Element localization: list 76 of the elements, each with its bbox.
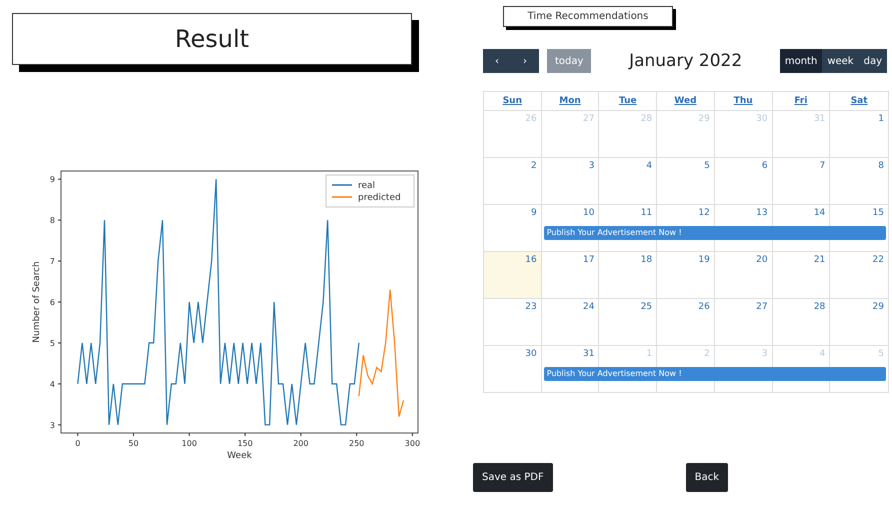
y-tick: 4: [50, 380, 62, 389]
y-tick: 6: [50, 298, 62, 307]
day-cell[interactable]: 2: [484, 158, 542, 204]
weekday-header[interactable]: Fri: [772, 92, 830, 111]
weekday-header[interactable]: Sun: [484, 92, 542, 111]
day-cell[interactable]: 3: [542, 158, 600, 204]
day-cell[interactable]: 19: [657, 252, 715, 298]
x-tick: 150: [237, 432, 253, 448]
event-bar[interactable]: Publish Your Advertisement Now !: [544, 226, 886, 240]
next-button[interactable]: ›: [511, 49, 539, 73]
x-tick-label: 100: [182, 439, 197, 448]
y-tick: 9: [50, 175, 62, 184]
day-cell[interactable]: 28: [772, 299, 830, 345]
weekday-header[interactable]: Thu: [714, 92, 773, 111]
view-tab[interactable]: week: [822, 49, 859, 73]
day-cell[interactable]: 1: [830, 111, 888, 157]
legend-label: real: [358, 181, 376, 191]
view-tab[interactable]: day: [858, 49, 887, 73]
y-tick-label: 4: [50, 380, 55, 389]
day-cell[interactable]: 22: [830, 252, 888, 298]
x-tick: 100: [182, 432, 197, 448]
weekday-header[interactable]: Wed: [657, 92, 715, 111]
day-cell[interactable]: 20: [714, 252, 773, 298]
day-cell[interactable]: 30: [484, 346, 542, 392]
y-tick-label: 3: [50, 420, 55, 430]
calendar-title: January 2022: [627, 51, 744, 71]
y-axis-label: Number of Search: [32, 261, 42, 343]
x-axis-label: Week: [227, 451, 252, 461]
y-tick-label: 6: [50, 298, 55, 307]
x-tick-label: 150: [237, 439, 253, 448]
x-tick: 200: [293, 432, 308, 448]
day-cell[interactable]: 9: [484, 205, 542, 251]
day-cell[interactable]: 23: [484, 299, 542, 345]
save-pdf-button[interactable]: Save as PDF: [473, 463, 553, 492]
previous-button[interactable]: ‹: [483, 49, 511, 73]
y-tick: 8: [50, 216, 62, 226]
x-tick-label: 50: [128, 439, 139, 448]
recommendations-button[interactable]: Time Recommendations: [503, 6, 673, 27]
y-tick-label: 5: [50, 338, 55, 348]
day-cell[interactable]: 18: [599, 252, 658, 298]
day-cell[interactable]: 26: [657, 299, 715, 345]
weekday-header[interactable]: Tue: [599, 92, 658, 111]
event-bar[interactable]: Publish Your Advertisement Now !: [544, 367, 886, 381]
x-tick: 50: [128, 432, 139, 448]
x-tick-label: 0: [75, 439, 80, 448]
back-button[interactable]: Back: [686, 463, 728, 492]
day-cell[interactable]: 16: [484, 252, 542, 298]
day-cell[interactable]: 4: [599, 158, 658, 204]
weekday-header[interactable]: Sat: [830, 92, 888, 111]
view-tab[interactable]: month: [780, 49, 822, 73]
x-tick: 0: [75, 432, 80, 448]
day-cell[interactable]: 27: [714, 299, 773, 345]
x-tick: 300: [404, 432, 420, 448]
legend-label: predicted: [358, 193, 401, 203]
day-cell[interactable]: 7: [772, 158, 830, 204]
legend-item: real: [332, 181, 376, 191]
x-tick-label: 300: [404, 439, 420, 448]
y-tick-label: 8: [50, 216, 55, 226]
y-tick: 3: [50, 420, 62, 430]
day-cell[interactable]: 17: [542, 252, 600, 298]
day-cell[interactable]: 8: [830, 158, 888, 204]
y-tick-label: 9: [50, 175, 55, 184]
y-tick: 5: [50, 338, 62, 348]
x-tick: 250: [349, 432, 364, 448]
y-tick-label: 7: [50, 257, 55, 266]
x-tick-label: 200: [293, 439, 308, 448]
x-tick-label: 250: [349, 439, 364, 448]
day-cell[interactable]: 24: [542, 299, 600, 345]
weekday-header[interactable]: Mon: [542, 92, 600, 111]
day-cell[interactable]: 25: [599, 299, 658, 345]
day-cell[interactable]: 6: [714, 158, 773, 204]
day-cell[interactable]: 29: [830, 299, 888, 345]
day-cell[interactable]: 5: [657, 158, 715, 204]
y-tick: 7: [50, 257, 62, 266]
day-cell[interactable]: 21: [772, 252, 830, 298]
legend-item: predicted: [332, 193, 401, 203]
